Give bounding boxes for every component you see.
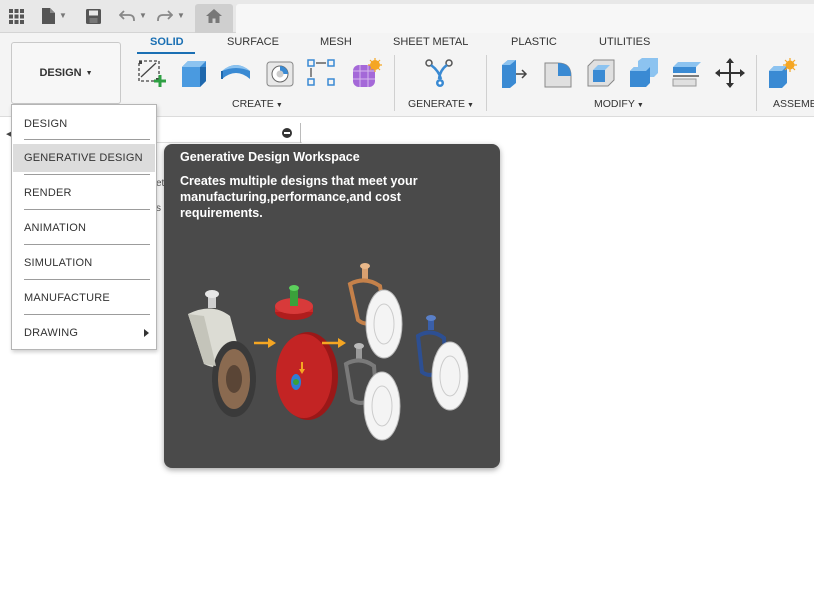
menu-item-animation[interactable]: ANIMATION xyxy=(13,214,155,242)
tab-utilities[interactable]: UTILITIES xyxy=(599,36,650,48)
redo-icon[interactable] xyxy=(156,7,174,25)
create-group-label[interactable]: CREATE ▼ xyxy=(232,98,283,110)
menu-divider xyxy=(24,279,150,280)
menu-item-design[interactable]: DESIGN xyxy=(13,110,155,138)
menu-item-simulation[interactable]: SIMULATION xyxy=(13,249,155,277)
caret-down-icon: ▼ xyxy=(636,102,644,109)
original-caster-icon xyxy=(188,290,256,417)
group-separator xyxy=(394,55,395,111)
menu-item-render[interactable]: RENDER xyxy=(13,179,155,207)
combine-icon[interactable] xyxy=(628,57,660,89)
workspace-label: DESIGN xyxy=(39,67,82,79)
submenu-arrow-icon xyxy=(144,329,149,337)
save-icon[interactable] xyxy=(84,7,102,25)
tab-surface[interactable]: SURFACE xyxy=(227,36,279,48)
tooltip-description: Creates multiple designs that meet your … xyxy=(180,174,418,220)
menu-divider xyxy=(24,209,150,210)
app-bar: ▼ ▼ ▼ xyxy=(0,0,814,33)
redo-caret-icon[interactable]: ▼ xyxy=(177,11,185,20)
tooltip-title: Generative Design Workspace xyxy=(180,150,360,164)
generated-caster-icon xyxy=(415,315,469,411)
tab-sheet-metal[interactable]: SHEET METAL xyxy=(393,36,468,48)
undo-icon[interactable] xyxy=(118,7,136,25)
file-icon[interactable] xyxy=(40,7,56,25)
collapse-icon[interactable] xyxy=(282,128,292,138)
move-copy-icon[interactable] xyxy=(714,57,746,89)
tab-plastic[interactable]: PLASTIC xyxy=(511,36,557,48)
workspace-tooltip: Generative Design Workspace Creates mult… xyxy=(164,144,500,468)
fillet-icon[interactable] xyxy=(542,57,574,89)
group-separator xyxy=(756,55,757,111)
split-body-icon[interactable] xyxy=(671,57,703,89)
new-component-icon[interactable] xyxy=(767,57,799,89)
panel-divider[interactable] xyxy=(300,123,301,143)
menu-divider xyxy=(24,139,150,140)
tab-solid[interactable]: SOLID xyxy=(150,36,184,48)
generate-group-label[interactable]: GENERATE ▼ xyxy=(408,98,474,110)
define-study-icon[interactable] xyxy=(423,57,455,89)
grid-icon[interactable] xyxy=(7,7,25,25)
generative-design-illustration-icon xyxy=(188,263,469,441)
workspace-menu: DESIGN GENERATIVE DESIGN RENDER ANIMATIO… xyxy=(11,104,157,350)
hole-icon[interactable] xyxy=(264,57,296,89)
extrude-icon[interactable] xyxy=(178,57,210,89)
menu-item-drawing[interactable]: DRAWING xyxy=(13,319,155,347)
modify-group-label[interactable]: MODIFY ▼ xyxy=(594,98,644,110)
file-menu-caret-icon[interactable]: ▼ xyxy=(59,11,67,20)
caret-down-icon: ▼ xyxy=(275,102,283,109)
undo-caret-icon[interactable]: ▼ xyxy=(139,11,147,20)
create-sketch-icon[interactable] xyxy=(136,57,168,89)
document-tab[interactable] xyxy=(236,4,814,33)
browser-panel-header xyxy=(156,123,302,143)
home-icon xyxy=(206,9,222,28)
menu-divider xyxy=(24,174,150,175)
menu-divider xyxy=(24,244,150,245)
home-tab[interactable] xyxy=(195,4,233,33)
caret-down-icon: ▼ xyxy=(466,102,474,109)
create-form-icon[interactable] xyxy=(350,57,382,89)
active-tab-indicator xyxy=(137,52,195,54)
menu-item-manufacture[interactable]: MANUFACTURE xyxy=(13,284,155,312)
menu-item-generative-design[interactable]: GENERATIVE DESIGN xyxy=(13,144,155,172)
shell-icon[interactable] xyxy=(585,57,617,89)
generated-caster-icon xyxy=(343,343,401,441)
revolve-icon[interactable] xyxy=(220,57,252,89)
caret-down-icon: ▼ xyxy=(85,69,93,77)
menu-divider xyxy=(24,314,150,315)
design-space-icon xyxy=(275,285,338,420)
workspace-switcher-button[interactable]: DESIGN ▼ xyxy=(11,42,121,104)
press-pull-icon[interactable] xyxy=(498,57,530,89)
group-separator xyxy=(486,55,487,111)
assemble-group-label[interactable]: ASSEMB xyxy=(773,98,814,110)
tab-mesh[interactable]: MESH xyxy=(320,36,352,48)
rectangular-pattern-icon[interactable] xyxy=(306,57,338,89)
